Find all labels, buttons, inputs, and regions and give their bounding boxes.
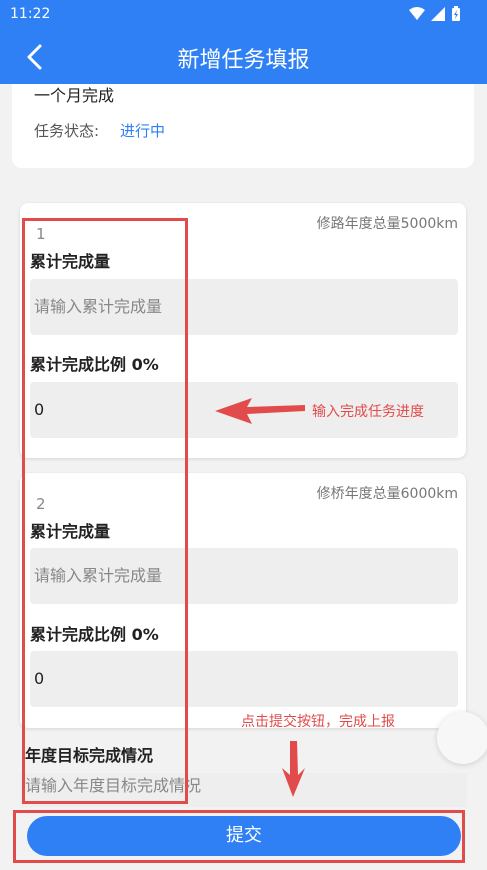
annotation-box-submit (13, 810, 465, 863)
wifi-icon (409, 7, 425, 20)
floating-button[interactable] (437, 712, 487, 764)
battery-icon (452, 6, 460, 21)
annotation-submit-hint: 点击提交按钮，完成上报 (241, 714, 395, 730)
task-info-card: 一个月完成 任务状态: 进行中 (12, 84, 474, 168)
task-goal: 修桥年度总量6000km (316, 486, 458, 502)
task-status-value: 进行中 (120, 122, 166, 140)
task-goal: 修路年度总量5000km (316, 216, 458, 232)
signal-icon (431, 7, 445, 21)
status-time: 11:22 (10, 6, 51, 22)
status-bar: 11:22 (0, 0, 487, 30)
page-title: 新增任务填报 (177, 48, 310, 73)
app-bar: 新增任务填报 (0, 30, 487, 84)
task-period-text: 一个月完成 (34, 86, 115, 105)
task-status-label: 任务状态: (34, 122, 100, 140)
annotation-progress-hint: 输入完成任务进度 (312, 404, 424, 420)
status-icons (409, 6, 461, 22)
annotation-box-fields (22, 218, 188, 804)
